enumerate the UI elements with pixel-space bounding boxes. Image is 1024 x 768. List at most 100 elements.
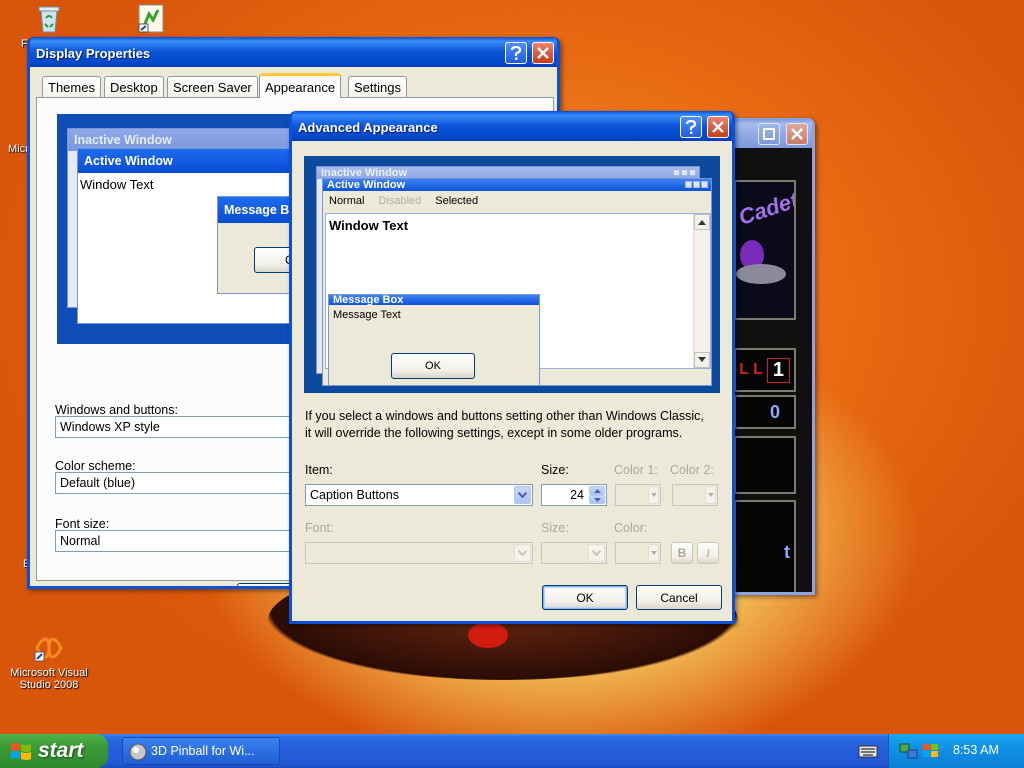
menu-disabled: Disabled — [378, 195, 422, 207]
help-icon[interactable] — [680, 116, 702, 138]
color1-picker — [615, 484, 661, 506]
desktop-icon-label: Microsoft Visual Studio 2008 — [10, 667, 88, 691]
cancel-button[interactable]: Cancel — [636, 585, 722, 610]
maximize-icon[interactable] — [758, 123, 780, 145]
button-label: B — [677, 546, 687, 560]
chevron-down-icon — [588, 544, 605, 562]
bold-button: B — [671, 542, 693, 564]
window-title: Display Properties — [36, 45, 151, 61]
tab-themes[interactable]: Themes — [42, 76, 101, 97]
spin-down-icon[interactable] — [589, 495, 605, 504]
window-title: Advanced Appearance — [298, 119, 438, 135]
select-value: Windows XP style — [60, 420, 160, 434]
chevron-down-icon[interactable] — [514, 486, 531, 504]
info-panel: t — [734, 500, 796, 592]
info-text: t — [784, 541, 790, 562]
size-label: Size: — [541, 463, 569, 477]
clock[interactable]: 8:53 AM — [953, 743, 999, 757]
font-size-select[interactable]: Normal — [55, 530, 295, 552]
network-icon[interactable] — [899, 742, 919, 760]
help-icon[interactable] — [505, 42, 527, 64]
item-label: Item: — [305, 463, 333, 477]
start-label: start — [38, 739, 84, 762]
ok-button[interactable]: OK — [542, 585, 628, 610]
score-value: 0 — [769, 401, 780, 422]
pinball-app-icon — [129, 743, 147, 761]
close-icon[interactable] — [707, 116, 729, 138]
button-label: I — [706, 545, 710, 560]
info-text: it will override the following settings,… — [305, 426, 683, 440]
desktop-icon-recycle-bin[interactable] — [6, 2, 92, 37]
menu-normal: Normal — [329, 195, 365, 207]
select-value: Caption Buttons — [310, 488, 399, 502]
windows-and-buttons-select[interactable]: Windows XP style — [55, 416, 295, 438]
windows-flag-icon — [11, 743, 31, 760]
button-label: OK — [576, 590, 594, 605]
color-scheme-label: Color scheme: — [55, 459, 136, 473]
italic-button: I — [697, 542, 719, 564]
ball-label: L L — [739, 361, 763, 378]
preview-window-text: Window Text — [80, 177, 154, 192]
font-size-label: Size: — [541, 521, 569, 535]
spinner-value: 24 — [570, 488, 584, 502]
color1-label: Color 1: — [614, 463, 658, 477]
flag-status-icon[interactable] — [921, 742, 941, 760]
item-select[interactable]: Caption Buttons — [305, 484, 533, 506]
tab-label: Desktop — [110, 79, 158, 95]
menu-selected: Selected — [435, 195, 479, 207]
size-spinner[interactable]: 24 — [541, 484, 607, 506]
info-text: If you select a windows and buttons sett… — [305, 409, 704, 423]
tab-screen-saver[interactable]: Screen Saver — [167, 76, 258, 97]
tab-label: Settings — [354, 79, 401, 95]
font-color-picker — [615, 542, 661, 564]
color-scheme-select[interactable]: Default (blue) — [55, 472, 295, 494]
windows-and-buttons-label: Windows and buttons: — [55, 403, 178, 417]
advanced-appearance-titlebar[interactable]: Advanced Appearance — [292, 112, 732, 142]
font-select — [305, 542, 533, 564]
tab-appearance[interactable]: Appearance — [259, 73, 342, 98]
message-box-panel — [734, 436, 796, 494]
chevron-down-icon — [648, 486, 659, 504]
font-size-label: Font size: — [55, 517, 110, 531]
tab-label: Appearance — [265, 79, 336, 95]
system-tray: 8:53 AM — [888, 734, 1024, 768]
desktop-icon-pinball-shortcut[interactable] — [108, 2, 194, 37]
task-label: 3D Pinball for Wi... — [151, 744, 255, 758]
font-color-label: Color: — [614, 521, 648, 535]
desktop-icon-visual-studio[interactable]: Microsoft Visual Studio 2008 — [6, 632, 92, 691]
title-text: Message Box — [333, 295, 404, 305]
recycle-bin-icon — [38, 6, 60, 33]
chevron-down-icon — [705, 486, 716, 504]
cadet-ship — [736, 264, 786, 284]
ball-count: 1 — [766, 357, 790, 383]
button-label: OK — [425, 360, 441, 372]
cake-decoration — [468, 622, 508, 648]
display-properties-titlebar[interactable]: Display Properties — [30, 38, 557, 68]
tab-label: Screen Saver — [173, 79, 252, 95]
preview-message-box: Message Box Message Text OK — [328, 294, 540, 386]
preview-scrollbar — [693, 214, 710, 368]
select-value: Default (blue) — [60, 476, 136, 490]
cadet-logo-text: Cadet — [735, 187, 796, 230]
visual-studio-icon — [34, 637, 63, 662]
close-icon[interactable] — [786, 123, 808, 145]
advanced-appearance-client: Inactive Window Active Window Normal Dis… — [292, 141, 732, 621]
pinball-art-panel: Cadet — [734, 180, 796, 320]
color2-picker — [672, 484, 718, 506]
preview-ok-button: OK — [391, 353, 475, 379]
preview-menu-bar: Normal Disabled Selected — [329, 195, 478, 207]
start-button[interactable]: start — [0, 734, 108, 768]
font-label: Font: — [305, 521, 334, 535]
button-label: Cancel — [660, 590, 698, 605]
close-icon[interactable] — [532, 42, 554, 64]
taskbar-item-pinball[interactable]: 3D Pinball for Wi... — [122, 737, 280, 765]
tab-settings[interactable]: Settings — [348, 76, 407, 97]
advanced-appearance-window[interactable]: Advanced Appearance Inactive Window Acti… — [289, 111, 735, 624]
ball-count-box: L L 1 — [734, 348, 796, 392]
spin-up-icon[interactable] — [589, 486, 605, 495]
keyboard-icon[interactable] — [858, 743, 878, 759]
tab-desktop[interactable]: Desktop — [104, 76, 164, 97]
preview-message-text: Message Text — [333, 309, 401, 321]
advanced-preview[interactable]: Inactive Window Active Window Normal Dis… — [304, 156, 720, 393]
preview-active-title: Active Window — [323, 179, 711, 191]
